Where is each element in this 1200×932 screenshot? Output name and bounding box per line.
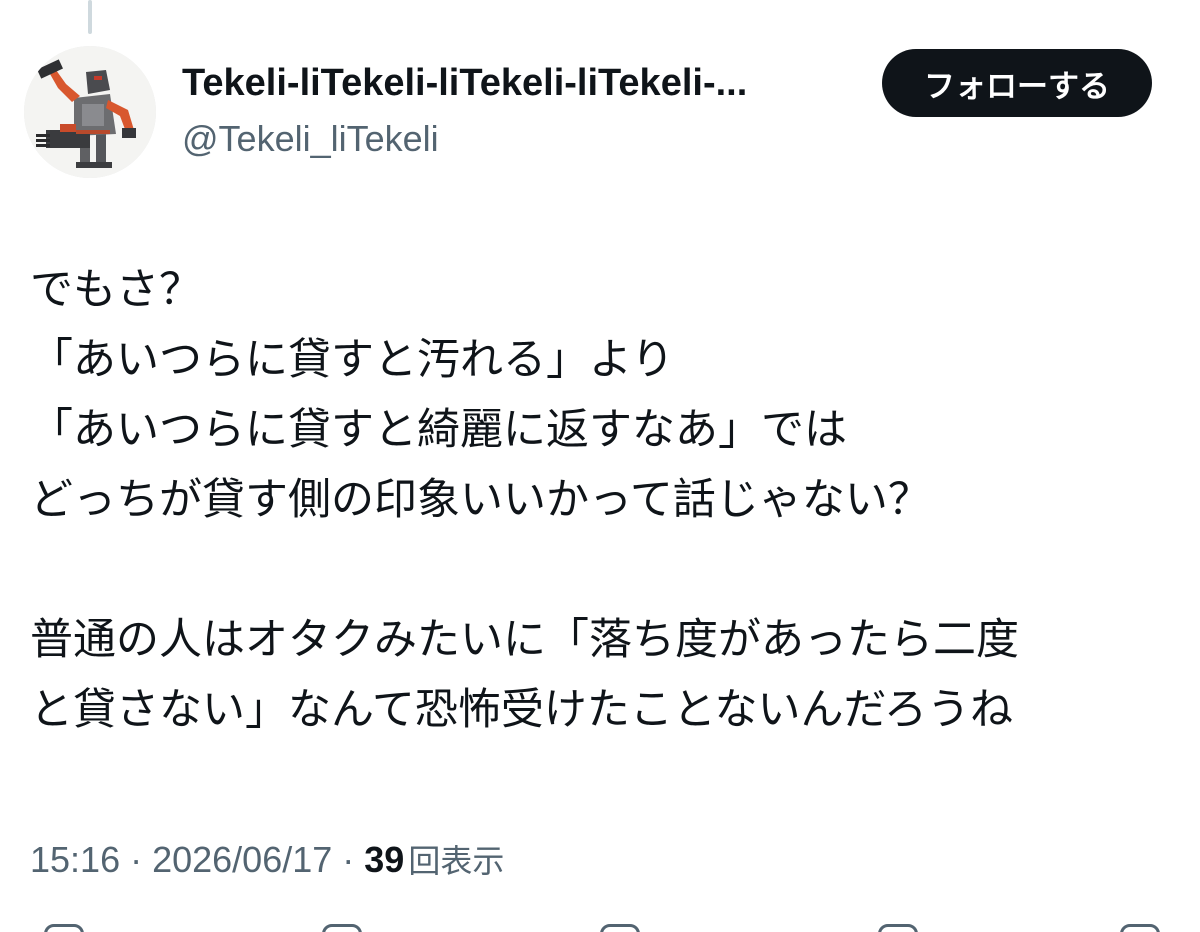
views-count[interactable]: 39 [364, 839, 404, 880]
heart-icon[interactable] [600, 924, 640, 932]
author-display-name[interactable]: Tekeli-liTekeli-liTekeli-liTekeli-... [182, 58, 862, 108]
follow-button[interactable]: フォローする [882, 49, 1152, 117]
meta-separator: · [130, 839, 143, 880]
tweet-text: でもさ？ 「あいつらに貸すと汚れる」より 「あいつらに貸すと綺麗に返すなあ」では… [30, 255, 1170, 745]
reply-icon[interactable] [44, 924, 84, 932]
tweet-line: でもさ？ [30, 265, 202, 315]
robot-gunner-avatar-icon [24, 46, 156, 178]
tweet-line: と貸さない」なんて恐怖受けたことないんだろうね [30, 685, 1013, 735]
tweet-actions [0, 918, 1200, 932]
tweet-meta: 15:16 · 2026/06/17 · 39 回表示 [30, 832, 504, 889]
tweet-line: どっちが貸す側の印象いいかって話じゃない？ [30, 475, 931, 525]
tweet-line: 「あいつらに貸すと綺麗に返すなあ」では [30, 405, 847, 455]
author-handle[interactable]: @Tekeli_liTekeli [182, 114, 439, 164]
meta-separator: · [342, 839, 355, 880]
tweet-line: 「あいつらに貸すと汚れる」より [30, 335, 675, 385]
tweet-line: 普通の人はオタクみたいに「落ち度があったら二度 [30, 615, 1019, 665]
views-label: 回表示 [408, 842, 505, 880]
tweet-date[interactable]: 2026/06/17 [152, 839, 332, 880]
thread-connector-line [88, 0, 92, 34]
retweet-icon[interactable] [322, 924, 362, 932]
bookmark-icon[interactable] [878, 924, 918, 932]
tweet-time[interactable]: 15:16 [30, 839, 120, 880]
avatar[interactable] [24, 46, 156, 178]
share-icon[interactable] [1120, 924, 1160, 932]
paragraph-break [30, 535, 1170, 605]
